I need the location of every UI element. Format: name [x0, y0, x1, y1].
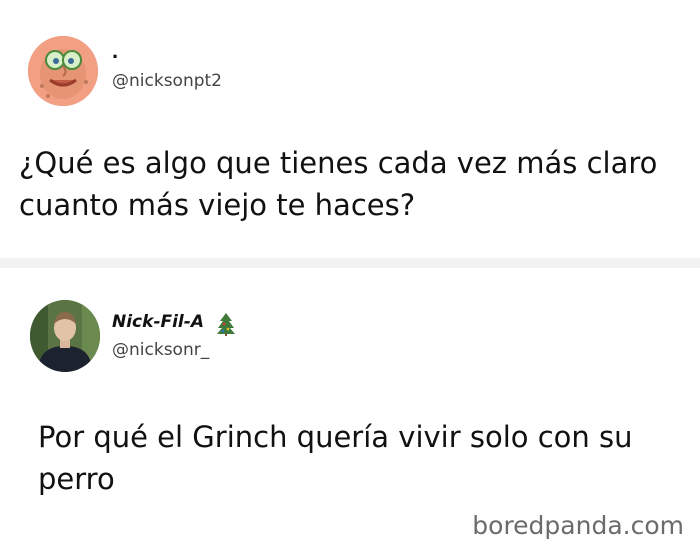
display-name[interactable]: Nick-Fil-A [112, 312, 204, 332]
person-photo-avatar[interactable] [30, 300, 100, 372]
divider [0, 258, 700, 268]
watermark: boredpanda.com [472, 511, 684, 540]
tweet-text: Por qué el Grinch quería vivir solo con … [38, 420, 633, 496]
user-handle[interactable]: @nicksonpt2 [112, 71, 222, 91]
user-handle[interactable]: @nicksonr_ [112, 340, 209, 360]
tweet-reply: Nick-Fil-A @nicksonr_ Por qué el Grinch … [0, 268, 700, 523]
christmas-tree-icon [216, 312, 236, 336]
display-name[interactable]: . [112, 40, 118, 62]
spongebob-avatar[interactable] [28, 36, 98, 106]
tweet-question: . @nicksonpt2 ¿Qué es algo que tienes ca… [0, 0, 700, 258]
tweet-text: ¿Qué es algo que tienes cada vez más cla… [19, 146, 658, 222]
